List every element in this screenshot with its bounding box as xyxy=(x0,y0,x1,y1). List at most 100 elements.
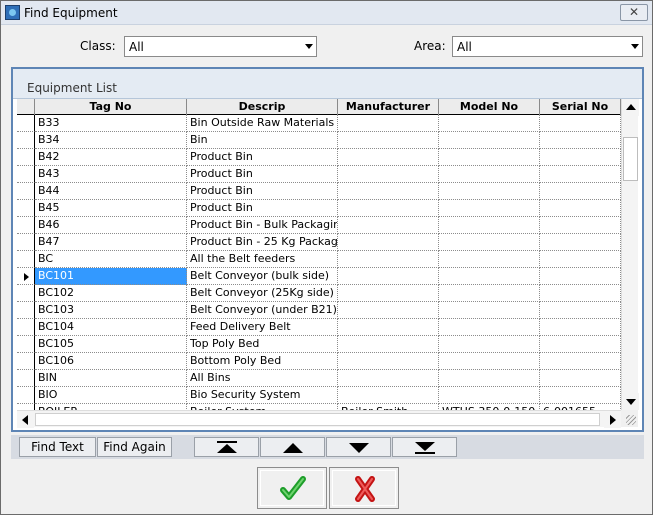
table-cell[interactable]: BC105 xyxy=(35,336,187,353)
table-cell[interactable] xyxy=(540,268,621,285)
table-cell[interactable] xyxy=(540,132,621,149)
table-row[interactable]: BC101 Belt Conveyor (bulk side) xyxy=(17,268,621,285)
table-cell[interactable]: B42 xyxy=(35,149,187,166)
table-row[interactable]: BIO Bio Security System xyxy=(17,387,621,404)
table-cell[interactable] xyxy=(439,200,540,217)
table-cell[interactable] xyxy=(540,336,621,353)
table-cell[interactable] xyxy=(439,268,540,285)
row-indicator[interactable] xyxy=(17,336,35,353)
table-cell[interactable] xyxy=(540,251,621,268)
table-cell[interactable] xyxy=(439,115,540,132)
column-header[interactable]: Descrip xyxy=(187,99,338,115)
find-text-button[interactable]: Find Text xyxy=(19,437,96,457)
table-cell[interactable]: Top Poly Bed xyxy=(187,336,338,353)
table-cell[interactable] xyxy=(540,217,621,234)
table-cell[interactable] xyxy=(338,370,439,387)
table-cell[interactable]: BC106 xyxy=(35,353,187,370)
table-cell[interactable]: Bio Security System xyxy=(187,387,338,404)
table-cell[interactable] xyxy=(439,166,540,183)
row-indicator[interactable] xyxy=(17,115,35,132)
table-cell[interactable]: Product Bin xyxy=(187,166,338,183)
table-cell[interactable] xyxy=(540,183,621,200)
table-cell[interactable]: Bin Outside Raw Materials to S xyxy=(187,115,338,132)
table-cell[interactable] xyxy=(439,132,540,149)
table-cell[interactable] xyxy=(338,234,439,251)
table-cell[interactable] xyxy=(540,234,621,251)
table-row[interactable]: BC All the Belt feeders xyxy=(17,251,621,268)
table-cell[interactable] xyxy=(439,149,540,166)
table-cell[interactable]: BIN xyxy=(35,370,187,387)
row-indicator[interactable] xyxy=(17,149,35,166)
table-row[interactable]: BC104 Feed Delivery Belt xyxy=(17,319,621,336)
table-cell[interactable] xyxy=(439,285,540,302)
ok-button[interactable] xyxy=(257,467,327,509)
table-cell[interactable]: B47 xyxy=(35,234,187,251)
table-row[interactable]: B46Product Bin - Bulk Packaging Li xyxy=(17,217,621,234)
table-cell[interactable] xyxy=(439,217,540,234)
table-cell[interactable] xyxy=(338,268,439,285)
row-indicator[interactable] xyxy=(17,302,35,319)
table-cell[interactable]: All Bins xyxy=(187,370,338,387)
table-cell[interactable]: B43 xyxy=(35,166,187,183)
table-cell[interactable]: Bottom Poly Bed xyxy=(187,353,338,370)
scroll-down-icon[interactable] xyxy=(622,393,639,410)
chevron-down-icon[interactable] xyxy=(300,37,316,56)
table-cell[interactable] xyxy=(338,115,439,132)
horizontal-scroll-thumb[interactable] xyxy=(35,413,600,426)
row-indicator[interactable] xyxy=(17,251,35,268)
table-cell[interactable] xyxy=(540,115,621,132)
table-row[interactable]: B47Product Bin - 25 Kg Packaging xyxy=(17,234,621,251)
row-indicator[interactable] xyxy=(17,234,35,251)
table-cell[interactable] xyxy=(338,183,439,200)
table-row[interactable]: BC103 Belt Conveyor (under B21) xyxy=(17,302,621,319)
table-cell[interactable] xyxy=(338,285,439,302)
row-indicator[interactable] xyxy=(17,370,35,387)
table-row[interactable]: B42 Product Bin xyxy=(17,149,621,166)
table-cell[interactable] xyxy=(338,166,439,183)
row-indicator[interactable] xyxy=(17,387,35,404)
table-cell[interactable] xyxy=(540,302,621,319)
table-cell[interactable]: Product Bin - Bulk Packaging Li xyxy=(187,217,338,234)
table-cell[interactable] xyxy=(439,183,540,200)
table-cell[interactable] xyxy=(439,251,540,268)
table-cell[interactable]: BC102 xyxy=(35,285,187,302)
table-cell[interactable] xyxy=(439,302,540,319)
table-row[interactable]: B43 Product Bin xyxy=(17,166,621,183)
table-cell[interactable] xyxy=(540,200,621,217)
table-cell[interactable]: B45 xyxy=(35,200,187,217)
table-cell[interactable]: BC103 xyxy=(35,302,187,319)
table-row[interactable]: BC105 Top Poly Bed xyxy=(17,336,621,353)
table-row[interactable]: BC106 Bottom Poly Bed xyxy=(17,353,621,370)
table-cell[interactable]: Belt Conveyor (under B21) xyxy=(187,302,338,319)
table-cell[interactable] xyxy=(439,319,540,336)
table-cell[interactable] xyxy=(338,336,439,353)
class-dropdown[interactable]: All xyxy=(124,36,317,57)
table-cell[interactable]: Belt Conveyor (bulk side) xyxy=(187,268,338,285)
table-cell[interactable] xyxy=(338,387,439,404)
table-cell[interactable]: BC101 xyxy=(35,268,187,285)
table-cell[interactable]: B34 xyxy=(35,132,187,149)
table-cell[interactable] xyxy=(540,319,621,336)
table-cell[interactable] xyxy=(439,336,540,353)
row-indicator[interactable] xyxy=(17,285,35,302)
table-cell[interactable] xyxy=(439,353,540,370)
table-cell[interactable] xyxy=(338,353,439,370)
close-button[interactable]: ✕ xyxy=(620,4,648,21)
column-header[interactable]: Model No xyxy=(439,99,540,115)
table-row[interactable]: BC102 Belt Conveyor (25Kg side) xyxy=(17,285,621,302)
table-cell[interactable]: Belt Conveyor (25Kg side) xyxy=(187,285,338,302)
row-indicator[interactable] xyxy=(17,217,35,234)
row-indicator[interactable] xyxy=(17,319,35,336)
table-cell[interactable] xyxy=(338,319,439,336)
previous-record-button[interactable] xyxy=(260,437,325,457)
table-cell[interactable] xyxy=(338,217,439,234)
row-indicator[interactable] xyxy=(17,183,35,200)
vertical-scrollbar[interactable] xyxy=(621,99,639,410)
table-row[interactable]: B45 Product Bin xyxy=(17,200,621,217)
column-header[interactable]: Serial No xyxy=(540,99,621,115)
table-cell[interactable]: Bin xyxy=(187,132,338,149)
table-cell[interactable] xyxy=(540,285,621,302)
row-indicator[interactable] xyxy=(17,166,35,183)
table-cell[interactable]: B33 xyxy=(35,115,187,132)
table-cell[interactable] xyxy=(338,200,439,217)
